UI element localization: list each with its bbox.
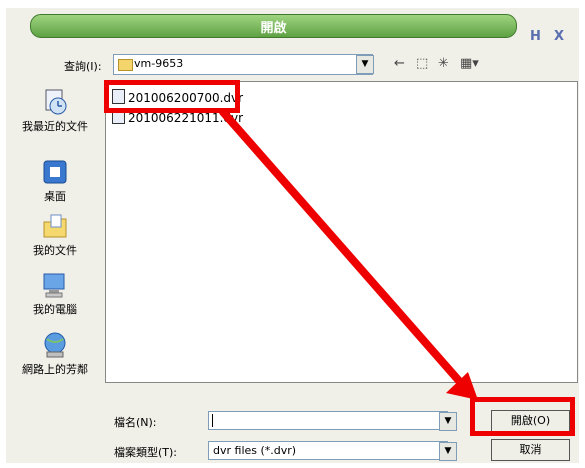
annotation-arrow (219, 108, 478, 400)
